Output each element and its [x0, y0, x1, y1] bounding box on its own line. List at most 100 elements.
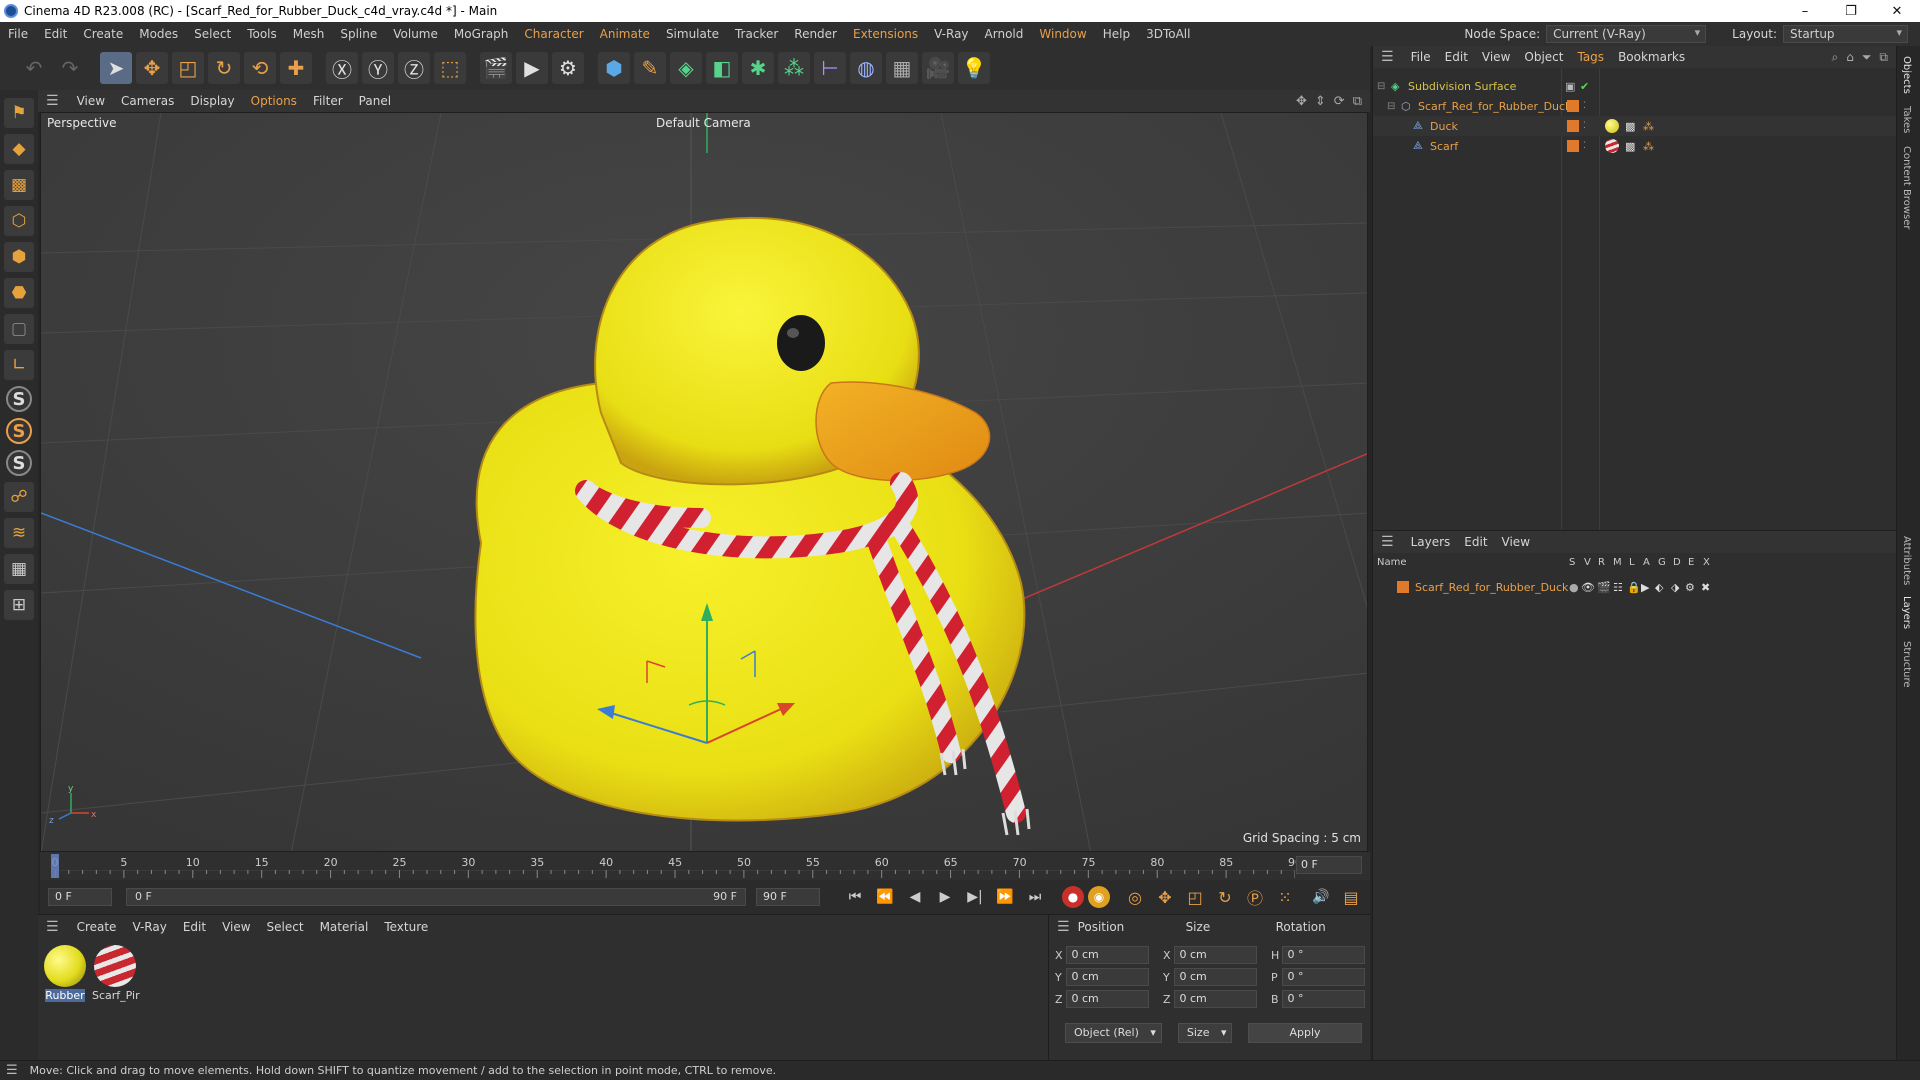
visibility-dots-icon[interactable]: ⁚ — [1583, 121, 1586, 131]
object-row-duck[interactable]: ⟁ Duck ⁚ ▩ ⁂ — [1373, 116, 1897, 136]
material-menu-texture[interactable]: Texture — [376, 920, 436, 934]
layer-lock-icon[interactable]: 🔒 — [1627, 581, 1641, 594]
menu-tools[interactable]: Tools — [239, 27, 285, 41]
layer-row[interactable]: Scarf_Red_for_Rubber_Duck ● 👁 🎬 ☷ 🔒 ▶ ⬖ … — [1373, 577, 1897, 597]
rotation-h-field[interactable]: 0 ° — [1282, 946, 1365, 964]
layer-generator-icon[interactable]: ⬖ — [1655, 581, 1663, 594]
viewport-menu-display[interactable]: Display — [182, 94, 242, 108]
layer-render-icon[interactable]: 🎬 — [1597, 581, 1611, 594]
grid-plane-icon[interactable]: ▦ — [4, 554, 34, 584]
menu-spline[interactable]: Spline — [332, 27, 385, 41]
layer-menu-icon[interactable]: ☰ — [1381, 534, 1394, 550]
tab-takes[interactable]: Takes — [1901, 106, 1912, 133]
menu-render[interactable]: Render — [786, 27, 845, 41]
layer-view-icon[interactable]: 👁 — [1581, 581, 1595, 594]
snap-icon[interactable]: S — [6, 386, 32, 412]
viewport-menu-view[interactable]: View — [69, 94, 113, 108]
viewport-menu-panel[interactable]: Panel — [351, 94, 399, 108]
layer-menu-view[interactable]: View — [1495, 535, 1537, 549]
position-z-field[interactable]: 0 cm — [1066, 990, 1149, 1008]
menu-tracker[interactable]: Tracker — [727, 27, 786, 41]
previous-key-icon[interactable]: ⏪ — [872, 884, 898, 910]
menu-extensions[interactable]: Extensions — [845, 27, 926, 41]
object-menu-icon[interactable]: ☰ — [1381, 49, 1394, 65]
z-axis-lock-icon[interactable]: Ⓩ — [398, 52, 430, 84]
uvw-tag-icon[interactable]: ▩ — [1625, 140, 1635, 153]
layer-color-icon[interactable] — [1567, 100, 1579, 112]
rotation-b-field[interactable]: 0 ° — [1282, 990, 1365, 1008]
menu-volume[interactable]: Volume — [385, 27, 446, 41]
collapse-icon[interactable]: ⊟ — [1377, 81, 1385, 92]
parameter-key-icon[interactable]: Ⓟ — [1242, 884, 1268, 910]
texture-mode-icon[interactable]: ▩ — [4, 170, 34, 200]
menu-3dtoall[interactable]: 3DToAll — [1138, 27, 1198, 41]
node-space-dropdown[interactable]: Current (V-Ray) — [1546, 25, 1707, 43]
edit-visibility-icon[interactable]: ▣ — [1565, 80, 1575, 93]
go-to-end-icon[interactable]: ⏭ — [1022, 884, 1048, 910]
extrude-generator-icon[interactable]: ◧ — [706, 52, 738, 84]
viewport-menu-cameras[interactable]: Cameras — [113, 94, 182, 108]
object-menu-file[interactable]: File — [1404, 50, 1438, 64]
timeline-window-icon[interactable]: ▤ — [1338, 884, 1364, 910]
tweak-mode-icon[interactable]: ☍ — [4, 482, 34, 512]
object-menu-view[interactable]: View — [1475, 50, 1517, 64]
record-active-objects-icon[interactable]: ● — [1062, 886, 1084, 908]
menu-window[interactable]: Window — [1031, 27, 1094, 41]
rotate-tool-icon[interactable]: ↻ — [208, 52, 240, 84]
go-to-start-icon[interactable]: ⏮ — [842, 884, 868, 910]
object-menu-tags[interactable]: Tags — [1570, 50, 1611, 64]
move-tool-icon[interactable]: ✥ — [136, 52, 168, 84]
render-settings-icon[interactable]: ⚙ — [552, 52, 584, 84]
filter-icon[interactable]: ⏷ — [1862, 50, 1872, 65]
menu-select[interactable]: Select — [186, 27, 239, 41]
snap-settings-icon[interactable]: S — [6, 418, 32, 444]
menu-mograph[interactable]: MoGraph — [446, 27, 517, 41]
size-y-field[interactable]: 0 cm — [1174, 968, 1257, 986]
sound-icon[interactable]: 🔊 — [1308, 884, 1334, 910]
end-frame-field[interactable]: 90 F — [756, 888, 820, 906]
add-tool-icon[interactable]: ✚ — [280, 52, 312, 84]
edge-mode-icon[interactable]: ⬢ — [4, 242, 34, 272]
workplane-snap-icon[interactable]: S — [6, 450, 32, 476]
model-mode-icon[interactable]: ◆ — [4, 134, 34, 164]
tab-structure[interactable]: Structure — [1901, 641, 1912, 688]
menu-character[interactable]: Character — [516, 27, 591, 41]
y-axis-lock-icon[interactable]: Ⓨ — [362, 52, 394, 84]
layer-expression-icon[interactable]: ⚙ — [1685, 581, 1695, 594]
layer-color-icon[interactable] — [1567, 140, 1579, 152]
status-menu-icon[interactable]: ☰ — [6, 1063, 18, 1078]
viewport-pan-icon[interactable]: ✥ — [1296, 94, 1307, 109]
menu-animate[interactable]: Animate — [592, 27, 658, 41]
home-icon[interactable]: ⌂ — [1846, 50, 1854, 65]
viewport-orbit-icon[interactable]: ⟳ — [1334, 94, 1345, 109]
layer-animation-icon[interactable]: ▶ — [1641, 581, 1649, 594]
layer-menu-layers[interactable]: Layers — [1404, 535, 1458, 549]
menu-arnold[interactable]: Arnold — [977, 27, 1032, 41]
new-window-icon[interactable]: ⧉ — [1879, 50, 1888, 65]
start-frame-field[interactable]: 0 F — [48, 888, 112, 906]
material-menu-material[interactable]: Material — [312, 920, 377, 934]
coordinate-system-icon[interactable]: ⬚ — [434, 52, 466, 84]
layer-xref-icon[interactable]: ✖ — [1701, 581, 1710, 594]
recent-tools-icon[interactable]: ⟲ — [244, 52, 276, 84]
rotation-key-icon[interactable]: ↻ — [1212, 884, 1238, 910]
object-row-scarf[interactable]: ⟁ Scarf ⁚ ▩ ⁂ — [1373, 136, 1897, 156]
object-menu-object[interactable]: Object — [1517, 50, 1570, 64]
viewport-zoom-icon[interactable]: ⇕ — [1315, 94, 1326, 109]
coordinate-mode-dropdown[interactable]: Object (Rel) — [1065, 1023, 1162, 1043]
render-view-icon[interactable]: 🎬 — [480, 52, 512, 84]
collapse-icon[interactable]: ⊟ — [1387, 101, 1395, 112]
scale-tool-icon[interactable]: ◰ — [172, 52, 204, 84]
array-icon[interactable]: ⁂ — [778, 52, 810, 84]
viewport-maximize-icon[interactable]: ⧉ — [1353, 94, 1362, 109]
size-z-field[interactable]: 0 cm — [1174, 990, 1257, 1008]
material-swatch-rubber[interactable]: Rubber — [42, 945, 88, 1002]
menu-create[interactable]: Create — [75, 27, 131, 41]
3d-viewport[interactable]: y x z Perspective Default Camera Grid Sp… — [40, 112, 1368, 852]
coordinate-menu-icon[interactable]: ☰ — [1057, 919, 1070, 935]
menu-simulate[interactable]: Simulate — [658, 27, 727, 41]
phong-tag-icon[interactable]: ⁂ — [1643, 140, 1654, 153]
menu-file[interactable]: File — [0, 27, 36, 41]
layer-manager-icon[interactable]: ☷ — [1613, 581, 1623, 594]
point-mode-icon[interactable]: ⬡ — [4, 206, 34, 236]
